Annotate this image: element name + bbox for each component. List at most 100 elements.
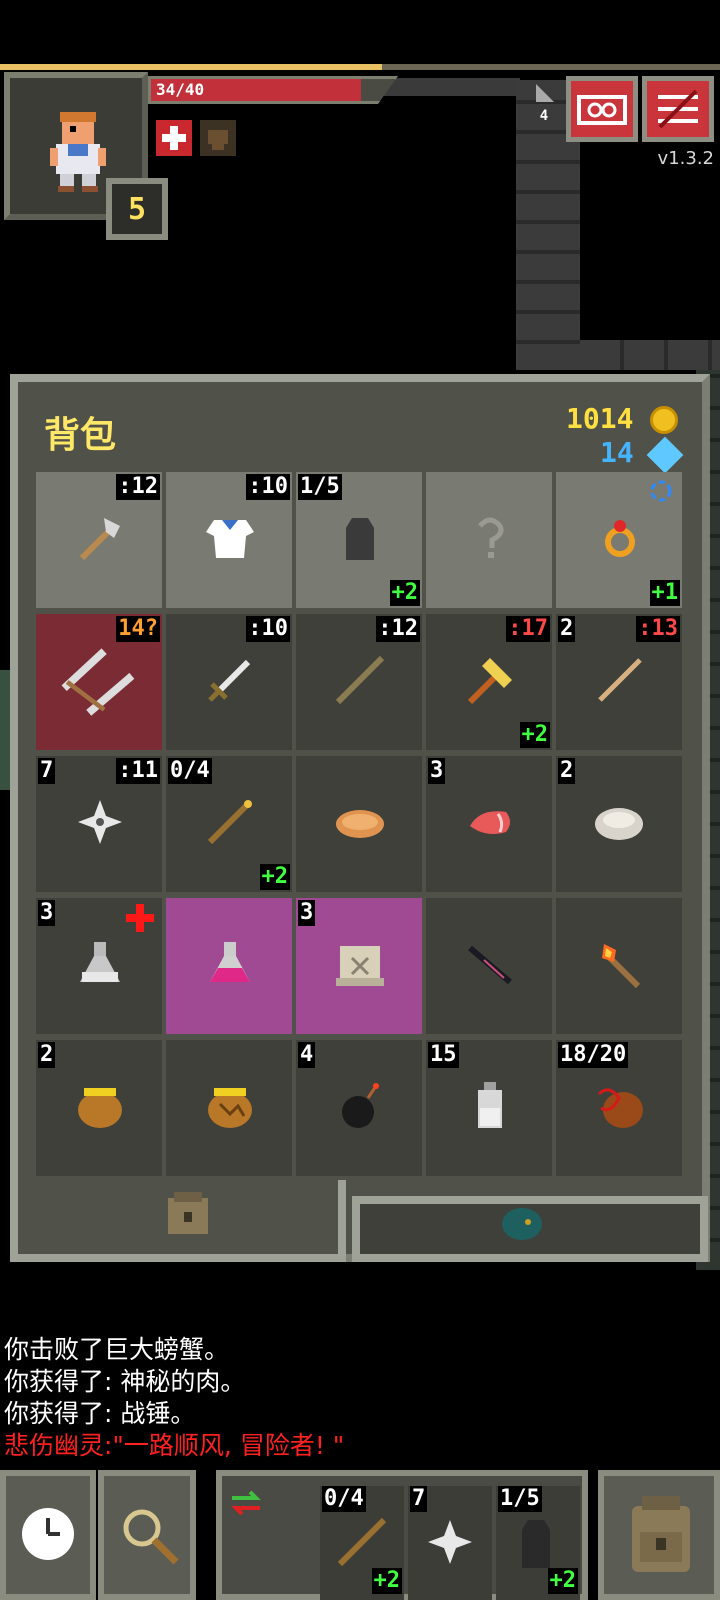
- log-line: 你获得了: 神秘的肉。: [4, 1367, 246, 1396]
- slot-hand-axe[interactable]: :12: [36, 472, 162, 608]
- slot-quarterstaff[interactable]: :12: [296, 614, 422, 750]
- wait-button[interactable]: [0, 1470, 96, 1600]
- inventory-button[interactable]: [598, 1470, 720, 1600]
- slot-dew-vial[interactable]: 15: [426, 1040, 552, 1176]
- slot-cloth-armor[interactable]: :10: [166, 472, 292, 608]
- menu-button[interactable]: [642, 76, 714, 142]
- item-upgrade: +2: [259, 864, 290, 890]
- axe-icon: [79, 518, 120, 561]
- item-charges: 1/5: [298, 474, 342, 500]
- stone-icon: [595, 808, 643, 840]
- slot-war-hammer[interactable]: :17 +2: [426, 614, 552, 750]
- dungeon-wall-horizontal: [580, 340, 720, 370]
- buff-hunger-icon[interactable]: [200, 120, 236, 156]
- slot-torch[interactable]: [556, 898, 682, 1034]
- item-level: :10: [246, 616, 290, 642]
- slot-shuriken[interactable]: 7 :11: [36, 756, 162, 892]
- shuriken-icon: [428, 1520, 472, 1564]
- item-charges: 18/20: [558, 1042, 629, 1068]
- item-quantity: 2: [558, 758, 576, 784]
- meat-icon: [470, 811, 510, 834]
- target-icon: [650, 480, 672, 502]
- log-line: 你获得了: 战锤。: [4, 1399, 196, 1428]
- slot-mystery-meat[interactable]: 3: [426, 756, 552, 892]
- slot-shattered-honey-pot[interactable]: [166, 1040, 292, 1176]
- slot-crossbow[interactable]: 14?: [36, 614, 162, 750]
- log-line: 你击败了巨大螃蟹。: [4, 1335, 230, 1364]
- slot-dark-dagger[interactable]: [426, 898, 552, 1034]
- slot-empty[interactable]: [426, 472, 552, 608]
- slot-cloak[interactable]: 1/5 +2: [296, 472, 422, 608]
- gold-coin-icon: [650, 406, 678, 434]
- cloak-icon: [346, 518, 374, 560]
- dagger-icon: [468, 945, 512, 985]
- tab-backpack[interactable]: [10, 1180, 346, 1262]
- slot-ring[interactable]: +1: [556, 472, 682, 608]
- slot-sword[interactable]: :10: [166, 614, 292, 750]
- depth-number: 4: [539, 108, 549, 124]
- item-level: :10: [246, 474, 290, 500]
- journal-button[interactable]: [566, 76, 638, 142]
- item-level: 14?: [116, 616, 160, 642]
- slot-honey-pot[interactable]: 2: [36, 1040, 162, 1176]
- item-quantity: 2: [558, 616, 576, 642]
- item-level: :17: [506, 616, 550, 642]
- sword-icon: [208, 659, 251, 702]
- pasty-icon: [336, 810, 384, 838]
- backpack-title: 背包: [44, 415, 117, 456]
- slot-potion-purple[interactable]: [166, 898, 292, 1034]
- search-icon: [123, 1509, 179, 1565]
- item-quantity: 7: [38, 758, 56, 784]
- slot-darts[interactable]: 2 :13: [556, 614, 682, 750]
- item-upgrade: +1: [649, 580, 680, 606]
- xp-bar-fill: [0, 64, 382, 70]
- vial-icon: [478, 1082, 502, 1128]
- clock-icon: [22, 1508, 74, 1560]
- item-level: :13: [636, 616, 680, 642]
- item-charges: 0/4: [168, 758, 212, 784]
- item-upgrade: +2: [519, 722, 550, 748]
- armor-icon: [206, 520, 254, 558]
- item-quantity: 2: [38, 1042, 56, 1068]
- scroll-icon: [336, 946, 384, 986]
- item-quantity: 4: [298, 1042, 316, 1068]
- item-quantity: 3: [298, 900, 316, 926]
- menu-icon: [658, 89, 698, 129]
- item-level: :12: [116, 474, 160, 500]
- item-level: :12: [376, 616, 420, 642]
- red-cross-icon: [126, 904, 154, 932]
- quickslot-cloak[interactable]: 1/5 +2: [496, 1486, 580, 1600]
- cloak-icon: [522, 1520, 550, 1568]
- slot-bomb[interactable]: 4: [296, 1040, 422, 1176]
- version-label: v1.3.2: [657, 148, 714, 169]
- question-mark-icon: [478, 517, 504, 558]
- slot-potion-healing[interactable]: 3: [36, 898, 162, 1034]
- energy-count: 14: [600, 436, 634, 469]
- stairs-icon: [536, 84, 554, 102]
- staff-icon: [335, 655, 385, 705]
- shattered-pot-icon: [208, 1088, 252, 1128]
- search-button[interactable]: [98, 1470, 196, 1600]
- slot-wand[interactable]: 0/4 +2: [166, 756, 292, 892]
- slot-pasty[interactable]: [296, 756, 422, 892]
- slot-stone[interactable]: 2: [556, 756, 682, 892]
- journal-icon: [577, 95, 627, 125]
- quickslot-charges: 0/4: [322, 1486, 366, 1512]
- waterskin-icon: [597, 1088, 643, 1128]
- slot-waterskin[interactable]: 18/20: [556, 1040, 682, 1176]
- tab-container[interactable]: [352, 1196, 708, 1262]
- seed-pouch-icon: [502, 1208, 542, 1240]
- bomb-icon: [342, 1083, 379, 1128]
- swap-icon[interactable]: [226, 1482, 266, 1522]
- quickslot-shuriken[interactable]: 7: [408, 1486, 492, 1600]
- slot-scroll[interactable]: 3: [296, 898, 422, 1034]
- ring-icon: [605, 520, 635, 557]
- depth-indicator[interactable]: 4: [526, 80, 562, 140]
- honeypot-icon: [78, 1088, 122, 1128]
- quickslot-wand[interactable]: 0/4 +2: [320, 1486, 404, 1600]
- log-line-ghost: 悲伤幽灵:"一路顺风, 冒险者! ": [4, 1431, 345, 1460]
- buff-healing-icon[interactable]: [156, 120, 192, 156]
- message-log: 你击败了巨大螃蟹。 你获得了: 神秘的肉。 你获得了: 战锤。 悲伤幽灵:"一路…: [4, 1334, 344, 1462]
- quickslot-quantity: 7: [410, 1486, 428, 1512]
- dart-icon: [598, 658, 642, 702]
